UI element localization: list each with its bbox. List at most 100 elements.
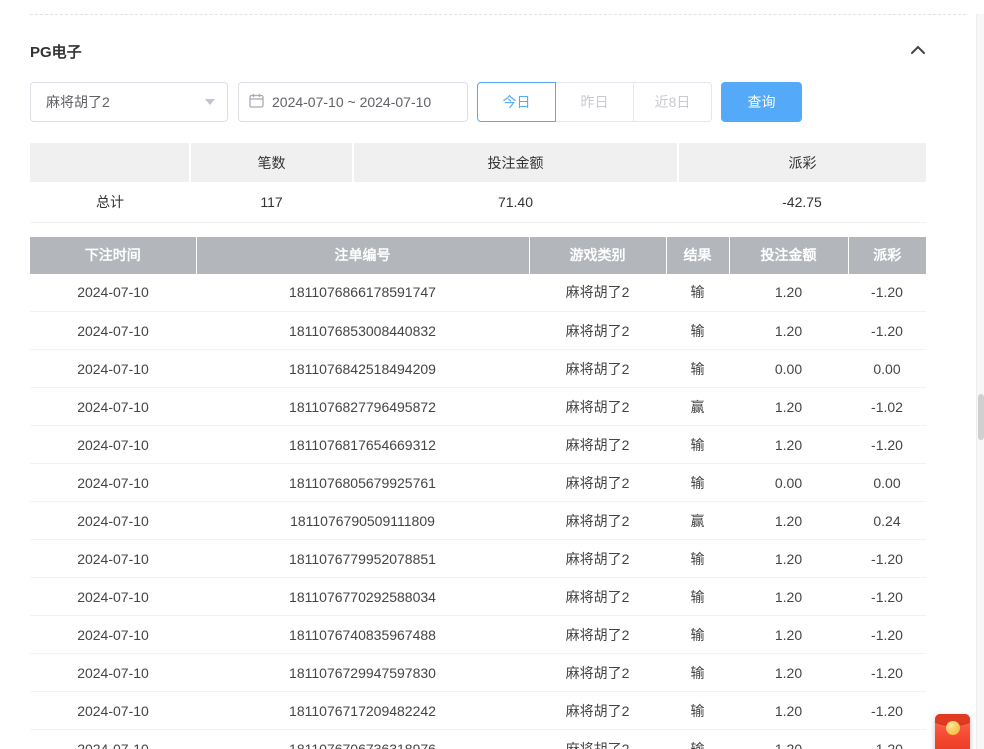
payout-cell: 0.00 xyxy=(848,350,926,388)
order-id-cell: 1811076706736318976 xyxy=(196,730,529,749)
chevron-down-icon xyxy=(205,99,215,105)
result-cell: 输 xyxy=(666,274,729,312)
table-row: 2024-07-101811076817654669312麻将胡了2输1.20-… xyxy=(30,426,926,464)
table-row: 2024-07-101811076827796495872麻将胡了2赢1.20-… xyxy=(30,388,926,426)
query-button[interactable]: 查询 xyxy=(721,82,802,122)
result-cell: 输 xyxy=(666,464,729,502)
game-type-cell: 麻将胡了2 xyxy=(529,654,666,692)
order-id-cell: 1811076866178591747 xyxy=(196,274,529,312)
today-button[interactable]: 今日 xyxy=(477,82,556,122)
top-divider xyxy=(30,14,966,15)
game-type-cell: 麻将胡了2 xyxy=(529,464,666,502)
bet-amount-cell: 1.20 xyxy=(729,388,848,426)
result-cell: 输 xyxy=(666,312,729,350)
order-id-cell: 1811076817654669312 xyxy=(196,426,529,464)
col-header-payout: 派彩 xyxy=(848,237,926,274)
col-header-bet-amount: 投注金额 xyxy=(729,237,848,274)
bet-time-cell: 2024-07-10 xyxy=(30,578,196,616)
bet-time-cell: 2024-07-10 xyxy=(30,426,196,464)
bet-amount-cell: 1.20 xyxy=(729,426,848,464)
bet-time-cell: 2024-07-10 xyxy=(30,464,196,502)
scrollbar[interactable] xyxy=(976,14,984,749)
result-cell: 输 xyxy=(666,350,729,388)
game-select[interactable]: 麻将胡了2 xyxy=(30,82,228,122)
payout-cell: -1.20 xyxy=(848,274,926,312)
table-row: 2024-07-101811076717209482242麻将胡了2输1.20-… xyxy=(30,692,926,730)
order-id-cell: 1811076740835967488 xyxy=(196,616,529,654)
result-cell: 输 xyxy=(666,578,729,616)
date-range-picker[interactable]: 2024-07-10 ~ 2024-07-10 xyxy=(238,82,468,122)
result-cell: 输 xyxy=(666,426,729,464)
date-range-value: 2024-07-10 ~ 2024-07-10 xyxy=(272,94,431,110)
summary-count-value: 117 xyxy=(190,182,353,222)
game-type-cell: 麻将胡了2 xyxy=(529,692,666,730)
order-id-cell: 1811076790509111809 xyxy=(196,502,529,540)
summary-total-row: 总计 117 71.40 -42.75 xyxy=(30,182,926,222)
payout-cell: -1.20 xyxy=(848,426,926,464)
result-cell: 输 xyxy=(666,730,729,749)
red-envelope-coin xyxy=(946,721,960,735)
table-row: 2024-07-101811076770292588034麻将胡了2输1.20-… xyxy=(30,578,926,616)
summary-col-count: 笔数 xyxy=(190,143,353,182)
col-header-order-id: 注单编号 xyxy=(196,237,529,274)
table-row: 2024-07-101811076842518494209麻将胡了2输0.000… xyxy=(30,350,926,388)
order-id-cell: 1811076827796495872 xyxy=(196,388,529,426)
table-row: 2024-07-101811076805679925761麻将胡了2输0.000… xyxy=(30,464,926,502)
order-id-cell: 1811076770292588034 xyxy=(196,578,529,616)
records-body: 2024-07-101811076866178591747麻将胡了2输1.20-… xyxy=(30,274,926,749)
table-row: 2024-07-101811076853008440832麻将胡了2输1.20-… xyxy=(30,312,926,350)
game-type-cell: 麻将胡了2 xyxy=(529,502,666,540)
order-id-cell: 1811076779952078851 xyxy=(196,540,529,578)
game-type-cell: 麻将胡了2 xyxy=(529,312,666,350)
collapse-button[interactable] xyxy=(910,42,926,60)
table-row: 2024-07-101811076740835967488麻将胡了2输1.20-… xyxy=(30,616,926,654)
col-header-game-type: 游戏类别 xyxy=(529,237,666,274)
scrollbar-thumb[interactable] xyxy=(978,394,984,440)
bet-amount-cell: 1.20 xyxy=(729,730,848,749)
result-cell: 赢 xyxy=(666,388,729,426)
order-id-cell: 1811076729947597830 xyxy=(196,654,529,692)
bet-time-cell: 2024-07-10 xyxy=(30,540,196,578)
bet-amount-cell: 0.00 xyxy=(729,350,848,388)
bet-time-cell: 2024-07-10 xyxy=(30,312,196,350)
last-8-days-button[interactable]: 近8日 xyxy=(633,82,712,122)
chevron-up-icon xyxy=(910,42,926,60)
payout-cell: -1.20 xyxy=(848,616,926,654)
payout-cell: -1.20 xyxy=(848,654,926,692)
game-select-value: 麻将胡了2 xyxy=(46,92,110,112)
table-row: 2024-07-101811076790509111809麻将胡了2赢1.200… xyxy=(30,502,926,540)
table-row: 2024-07-101811076729947597830麻将胡了2输1.20-… xyxy=(30,654,926,692)
summary-col-empty xyxy=(30,143,190,182)
result-cell: 输 xyxy=(666,654,729,692)
result-cell: 赢 xyxy=(666,502,729,540)
col-header-bet-time: 下注时间 xyxy=(30,237,196,274)
bet-amount-cell: 1.20 xyxy=(729,616,848,654)
summary-total-label: 总计 xyxy=(30,182,190,222)
bet-amount-cell: 1.20 xyxy=(729,274,848,312)
payout-cell: 0.24 xyxy=(848,502,926,540)
payout-cell: -1.20 xyxy=(848,312,926,350)
bet-time-cell: 2024-07-10 xyxy=(30,692,196,730)
payout-cell: -1.02 xyxy=(848,388,926,426)
game-type-cell: 麻将胡了2 xyxy=(529,426,666,464)
section-header: PG电子 xyxy=(30,39,926,63)
payout-cell: -1.20 xyxy=(848,540,926,578)
payout-cell: 0.00 xyxy=(848,464,926,502)
table-row: 2024-07-101811076706736318976麻将胡了2输1.20-… xyxy=(30,730,926,749)
section-title: PG电子 xyxy=(30,41,82,62)
order-id-cell: 1811076853008440832 xyxy=(196,312,529,350)
calendar-icon xyxy=(249,93,264,111)
red-envelope-icon[interactable] xyxy=(935,714,970,749)
bet-amount-cell: 0.00 xyxy=(729,464,848,502)
bet-time-cell: 2024-07-10 xyxy=(30,616,196,654)
bet-amount-cell: 1.20 xyxy=(729,502,848,540)
records-table: 下注时间 注单编号 游戏类别 结果 投注金额 派彩 2024-07-101811… xyxy=(30,237,926,749)
payout-cell: -1.20 xyxy=(848,730,926,749)
result-cell: 输 xyxy=(666,616,729,654)
yesterday-button[interactable]: 昨日 xyxy=(555,82,634,122)
bet-time-cell: 2024-07-10 xyxy=(30,388,196,426)
payout-cell: -1.20 xyxy=(848,578,926,616)
game-type-cell: 麻将胡了2 xyxy=(529,730,666,749)
bet-amount-cell: 1.20 xyxy=(729,692,848,730)
game-type-cell: 麻将胡了2 xyxy=(529,388,666,426)
